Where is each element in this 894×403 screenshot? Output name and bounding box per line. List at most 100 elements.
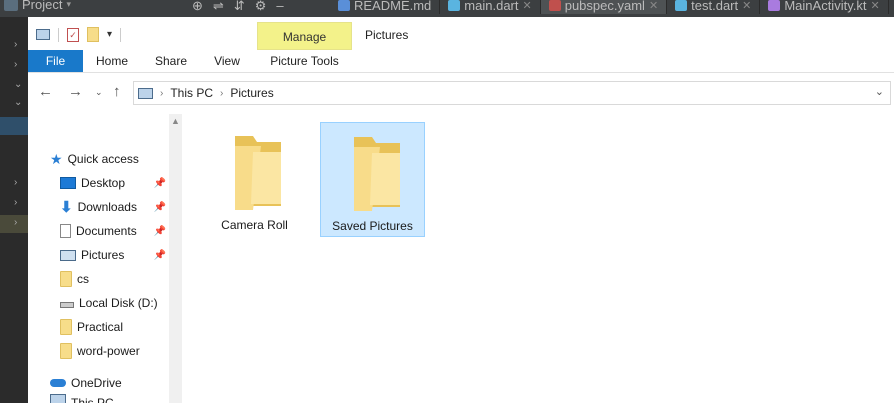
recent-locations-icon[interactable]: ⌄ <box>95 87 103 98</box>
close-icon[interactable]: ✕ <box>870 0 879 12</box>
close-icon[interactable]: ✕ <box>649 0 658 12</box>
ide-tool-icons: ⊕ ⇌ ⇵ ⚙ – <box>192 0 284 14</box>
ide-tab-label: README.md <box>354 0 432 13</box>
chevron-right-icon[interactable]: › <box>14 177 17 188</box>
nav-label: cs <box>77 272 89 286</box>
pin-icon: 📌 <box>153 201 166 213</box>
window-icon[interactable] <box>36 29 50 40</box>
nav-label: Pictures <box>81 248 125 262</box>
forward-arrow-icon[interactable]: → <box>68 83 83 100</box>
dart-file-icon <box>448 0 461 11</box>
nav-quick-access[interactable]: ★ Quick access <box>50 148 168 170</box>
breadcrumb-this-pc[interactable]: This PC <box>170 86 213 100</box>
nav-item-downloads[interactable]: ⬇ Downloads 📌 <box>60 196 168 218</box>
manage-contextual-tab[interactable]: Manage <box>257 22 352 50</box>
ide-project-tree: › › ⌄ ⌄ › › › <box>0 17 28 403</box>
back-arrow-icon[interactable]: ← <box>38 83 53 100</box>
breadcrumb-pictures[interactable]: Pictures <box>230 86 273 100</box>
tree-selected-row[interactable] <box>0 117 28 135</box>
chevron-down-icon[interactable]: ⌄ <box>875 85 884 98</box>
folder-icon <box>60 271 72 287</box>
nav-label: This PC <box>71 396 114 403</box>
nav-label: Practical <box>77 320 124 334</box>
ide-tab-label: main.dart <box>464 0 519 13</box>
ide-tab-label: test.dart <box>691 0 739 13</box>
file-list: Camera Roll Saved Pictures <box>183 114 894 403</box>
desktop-icon <box>60 177 76 189</box>
ide-tab[interactable]: test.dart ✕ <box>667 0 761 14</box>
ribbon-divider <box>28 72 894 73</box>
folder-tile-camera-roll[interactable]: Camera Roll <box>202 122 307 237</box>
minus-icon[interactable]: – <box>276 0 283 14</box>
ide-tab-label: pubspec.yaml <box>564 0 645 13</box>
new-folder-icon[interactable] <box>87 27 99 42</box>
nav-onedrive[interactable]: OneDrive <box>50 372 168 394</box>
folder-icon <box>354 137 400 211</box>
tab-home[interactable]: Home <box>90 50 134 72</box>
pin-icon: 📌 <box>153 177 166 189</box>
customize-toolbar-icon[interactable]: ▾ <box>107 29 112 40</box>
download-icon: ⬇ <box>60 199 73 216</box>
folder-icon <box>60 343 72 359</box>
nav-label: Quick access <box>67 152 139 166</box>
kotlin-file-icon <box>768 0 781 11</box>
close-icon[interactable]: ✕ <box>742 0 751 12</box>
folder-tile-saved-pictures[interactable]: Saved Pictures <box>320 122 425 237</box>
chevron-right-icon[interactable]: › <box>14 59 17 70</box>
pictures-icon <box>138 87 153 99</box>
chevron-right-icon[interactable]: › <box>14 217 17 228</box>
ide-tab[interactable]: main.dart ✕ <box>440 0 541 14</box>
ide-project-switcher[interactable]: Project ▾ <box>4 0 71 12</box>
nav-item-practical[interactable]: Practical <box>60 316 168 338</box>
folder-icon <box>235 136 281 210</box>
tab-picture-tools[interactable]: Picture Tools <box>257 50 352 72</box>
star-icon: ★ <box>50 150 63 167</box>
tab-share[interactable]: Share <box>148 50 194 72</box>
nav-label: Local Disk (D:) <box>79 296 158 310</box>
nav-item-local-disk[interactable]: Local Disk (D:) <box>60 292 168 314</box>
tab-view[interactable]: View <box>204 50 250 72</box>
window-title: Pictures <box>365 28 409 42</box>
chevron-down-icon: ▾ <box>66 0 71 9</box>
toolbar-divider <box>120 27 122 42</box>
nav-item-word-power[interactable]: word-power <box>60 340 168 362</box>
yaml-file-icon <box>548 0 561 11</box>
ide-tab[interactable]: README.md <box>330 0 441 14</box>
ide-tab-active[interactable]: pubspec.yaml ✕ <box>540 0 668 14</box>
computer-icon <box>50 394 66 403</box>
address-row: ← → ⌄ ↑ › This PC › Pictures ⌄ <box>28 79 894 107</box>
ide-tab[interactable]: MainActivity.kt ✕ <box>760 0 889 14</box>
expand-icon[interactable]: ⇵ <box>234 0 245 14</box>
address-bar[interactable]: › This PC › Pictures ⌄ <box>133 81 891 105</box>
nav-scrollbar[interactable]: ▲ <box>169 114 182 403</box>
chevron-right-icon[interactable]: › <box>14 197 17 208</box>
nav-item-desktop[interactable]: Desktop 📌 <box>60 172 168 194</box>
nav-item-documents[interactable]: Documents 📌 <box>60 220 168 242</box>
chevron-down-icon[interactable]: ⌄ <box>14 79 22 90</box>
up-arrow-icon[interactable]: ↑ <box>113 83 121 100</box>
breadcrumb-separator-icon: › <box>160 87 164 99</box>
navigation-pane: ★ Quick access Desktop 📌 ⬇ Downloads 📌 D… <box>28 114 183 403</box>
nav-item-pictures[interactable]: Pictures 📌 <box>60 244 168 266</box>
chevron-right-icon[interactable]: › <box>14 39 17 50</box>
tab-file[interactable]: File <box>28 50 83 72</box>
disk-icon <box>60 302 74 308</box>
breadcrumb-separator-icon: › <box>220 87 224 99</box>
nav-item-cs[interactable]: cs <box>60 268 168 290</box>
nav-label: Downloads <box>77 200 137 214</box>
quick-access-toolbar: ✓ ▾ <box>36 27 122 42</box>
ide-project-label: Project <box>22 0 63 12</box>
chevron-down-icon[interactable]: ⌄ <box>14 97 22 108</box>
collapse-icon[interactable]: ⇌ <box>213 0 224 14</box>
globe-icon[interactable]: ⊕ <box>192 0 203 14</box>
properties-icon[interactable]: ✓ <box>67 27 79 42</box>
nav-label: OneDrive <box>71 376 122 390</box>
folder-name: Saved Pictures <box>332 219 413 233</box>
nav-this-pc[interactable]: This PC <box>50 392 168 403</box>
close-icon[interactable]: ✕ <box>523 0 532 12</box>
scroll-up-icon[interactable]: ▲ <box>171 116 180 126</box>
ribbon-tabs: File Home Share View Picture Tools <box>28 50 894 105</box>
gear-icon[interactable]: ⚙ <box>255 0 267 14</box>
ide-tab-label: MainActivity.kt <box>784 0 867 13</box>
cloud-icon <box>50 379 66 387</box>
